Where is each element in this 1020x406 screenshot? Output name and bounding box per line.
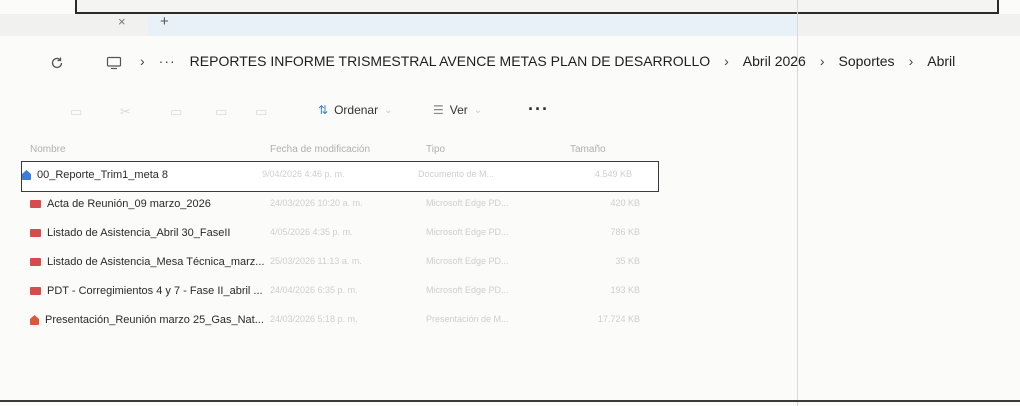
view-icon: ☰ bbox=[433, 103, 444, 117]
breadcrumb-item-abril[interactable]: Abril bbox=[927, 53, 955, 69]
file-type: Microsoft Edge PD... bbox=[426, 256, 509, 266]
view-label: Ver bbox=[449, 103, 468, 117]
file-name-cell[interactable]: PDT - Corregimientos 4 y 7 - Fase II_abr… bbox=[30, 285, 292, 297]
column-header-date[interactable]: Fecha de modificación bbox=[270, 144, 370, 155]
chevron-right-icon: › bbox=[724, 53, 729, 69]
monitor-icon[interactable] bbox=[106, 56, 122, 73]
chevron-right-icon: › bbox=[140, 53, 145, 69]
refresh-icon[interactable] bbox=[50, 56, 64, 73]
file-date: 24/03/2026 10:20 a. m. bbox=[270, 198, 363, 208]
file-type: Documento de M... bbox=[418, 169, 495, 179]
file-row[interactable]: Presentación_Reunión marzo 25_Gas_Nat...… bbox=[30, 307, 800, 336]
breadcrumb: › ··· REPORTES INFORME TRISMESTRAL AVENC… bbox=[140, 53, 955, 69]
sort-icon: ⇅ bbox=[318, 103, 329, 117]
cut-icon[interactable]: ✂ bbox=[120, 104, 131, 120]
file-date: 4/05/2026 4:35 p. m. bbox=[270, 227, 353, 237]
file-type: Presentación de M... bbox=[426, 314, 509, 324]
file-size: 193 KB bbox=[610, 285, 640, 295]
active-tab[interactable] bbox=[148, 16, 798, 36]
file-name: Listado de Asistencia_Mesa Técnica_marz.… bbox=[47, 256, 265, 268]
file-size: 17.724 KB bbox=[597, 314, 640, 324]
sort-button[interactable]: ⇅ Ordenar ⌄ bbox=[318, 103, 392, 117]
file-date: 25/03/2026 11:13 a. m. bbox=[270, 256, 362, 266]
word-file-icon bbox=[22, 170, 31, 180]
file-name-cell[interactable]: Presentación_Reunión marzo 25_Gas_Nat... bbox=[30, 314, 292, 326]
file-name: PDT - Corregimientos 4 y 7 - Fase II_abr… bbox=[47, 285, 263, 297]
file-name: Acta de Reunión_09 marzo_2026 bbox=[47, 198, 211, 210]
new-tab-icon[interactable]: + bbox=[160, 13, 169, 30]
sort-label: Ordenar bbox=[334, 103, 379, 117]
close-tab-icon[interactable]: × bbox=[118, 14, 126, 29]
column-header-type[interactable]: Tipo bbox=[426, 144, 445, 155]
window-frame-bottom bbox=[0, 400, 1020, 402]
list-header: Nombre Fecha de modificación Tipo Tamaño bbox=[30, 138, 800, 162]
chevron-right-icon: › bbox=[908, 53, 914, 69]
pdf-file-icon bbox=[30, 258, 41, 266]
file-name-cell[interactable]: Acta de Reunión_09 marzo_2026 bbox=[30, 198, 292, 210]
rename-icon[interactable]: ▭ bbox=[255, 104, 267, 120]
file-size: 786 KB bbox=[610, 227, 640, 237]
file-rows: 00_Reporte_Trim1_meta 8 9/04/2026 4:46 p.… bbox=[21, 161, 800, 336]
file-size: 4.549 KB bbox=[594, 169, 632, 179]
chevron-down-icon: ⌄ bbox=[384, 104, 393, 116]
file-date: 24/04/2026 6:35 p. m. bbox=[270, 285, 358, 295]
file-type: Microsoft Edge PD... bbox=[426, 198, 509, 208]
file-name-cell[interactable]: 00_Reporte_Trim1_meta 8 bbox=[22, 169, 284, 181]
pdf-file-icon bbox=[30, 229, 41, 237]
chevron-right-icon: › bbox=[819, 53, 825, 69]
file-date: 24/03/2026 5:18 p. m. bbox=[270, 314, 358, 324]
pdf-file-icon bbox=[30, 287, 41, 295]
breadcrumb-item-abril-2026[interactable]: Abril 2026 bbox=[743, 53, 806, 69]
file-row[interactable]: Acta de Reunión_09 marzo_2026 24/03/2026 … bbox=[30, 191, 800, 220]
column-header-name[interactable]: Nombre bbox=[30, 144, 66, 155]
pdf-file-icon bbox=[30, 200, 41, 208]
powerpoint-file-icon bbox=[30, 315, 39, 325]
file-type: Microsoft Edge PD... bbox=[426, 285, 509, 295]
file-row[interactable]: Listado de Asistencia_Mesa Técnica_marz.… bbox=[30, 249, 800, 278]
file-name: Presentación_Reunión marzo 25_Gas_Nat... bbox=[45, 314, 264, 326]
file-name-cell[interactable]: Listado de Asistencia_Mesa Técnica_marz.… bbox=[30, 256, 292, 268]
tab-strip: × + bbox=[0, 13, 1020, 36]
file-row[interactable]: 00_Reporte_Trim1_meta 8 9/04/2026 4:46 p.… bbox=[21, 161, 659, 192]
file-row[interactable]: Listado de Asistencia_Abril 30_FaseII 4/0… bbox=[30, 220, 800, 249]
command-bar: ▭ ✂ ▭ ▭ ▭ ⇅ Ordenar ⌄ ☰ Ver ⌄ ··· bbox=[0, 96, 800, 130]
chevron-down-icon: ⌄ bbox=[473, 104, 483, 116]
more-options-button[interactable]: ··· bbox=[528, 99, 549, 120]
breadcrumb-item-reportes[interactable]: REPORTES INFORME TRISMESTRAL AVENCE META… bbox=[190, 53, 710, 69]
paste-icon[interactable]: ▭ bbox=[215, 104, 227, 120]
file-name: Listado de Asistencia_Abril 30_FaseII bbox=[47, 227, 231, 239]
breadcrumb-item-soportes[interactable]: Soportes bbox=[839, 53, 895, 69]
file-type: Microsoft Edge PD... bbox=[426, 227, 509, 237]
copy-icon[interactable]: ▭ bbox=[170, 104, 182, 120]
column-header-size[interactable]: Tamaño bbox=[570, 144, 606, 155]
more-crumbs-button[interactable]: ··· bbox=[159, 53, 176, 69]
new-item-icon[interactable]: ▭ bbox=[70, 104, 82, 120]
window-frame-top bbox=[75, 0, 999, 14]
file-name-cell[interactable]: Listado de Asistencia_Abril 30_FaseII bbox=[30, 227, 292, 239]
view-button[interactable]: ☰ Ver ⌄ bbox=[433, 103, 482, 117]
file-name: 00_Reporte_Trim1_meta 8 bbox=[37, 169, 169, 181]
file-size: 35 KB bbox=[615, 256, 640, 266]
file-list: Nombre Fecha de modificación Tipo Tamaño… bbox=[21, 138, 800, 336]
file-row[interactable]: PDT - Corregimientos 4 y 7 - Fase II_abr… bbox=[30, 278, 800, 307]
file-date: 9/04/2026 4:46 p. m. bbox=[262, 169, 345, 179]
address-bar: › ··· REPORTES INFORME TRISMESTRAL AVENC… bbox=[0, 38, 1020, 86]
file-size: 420 KB bbox=[610, 198, 640, 208]
